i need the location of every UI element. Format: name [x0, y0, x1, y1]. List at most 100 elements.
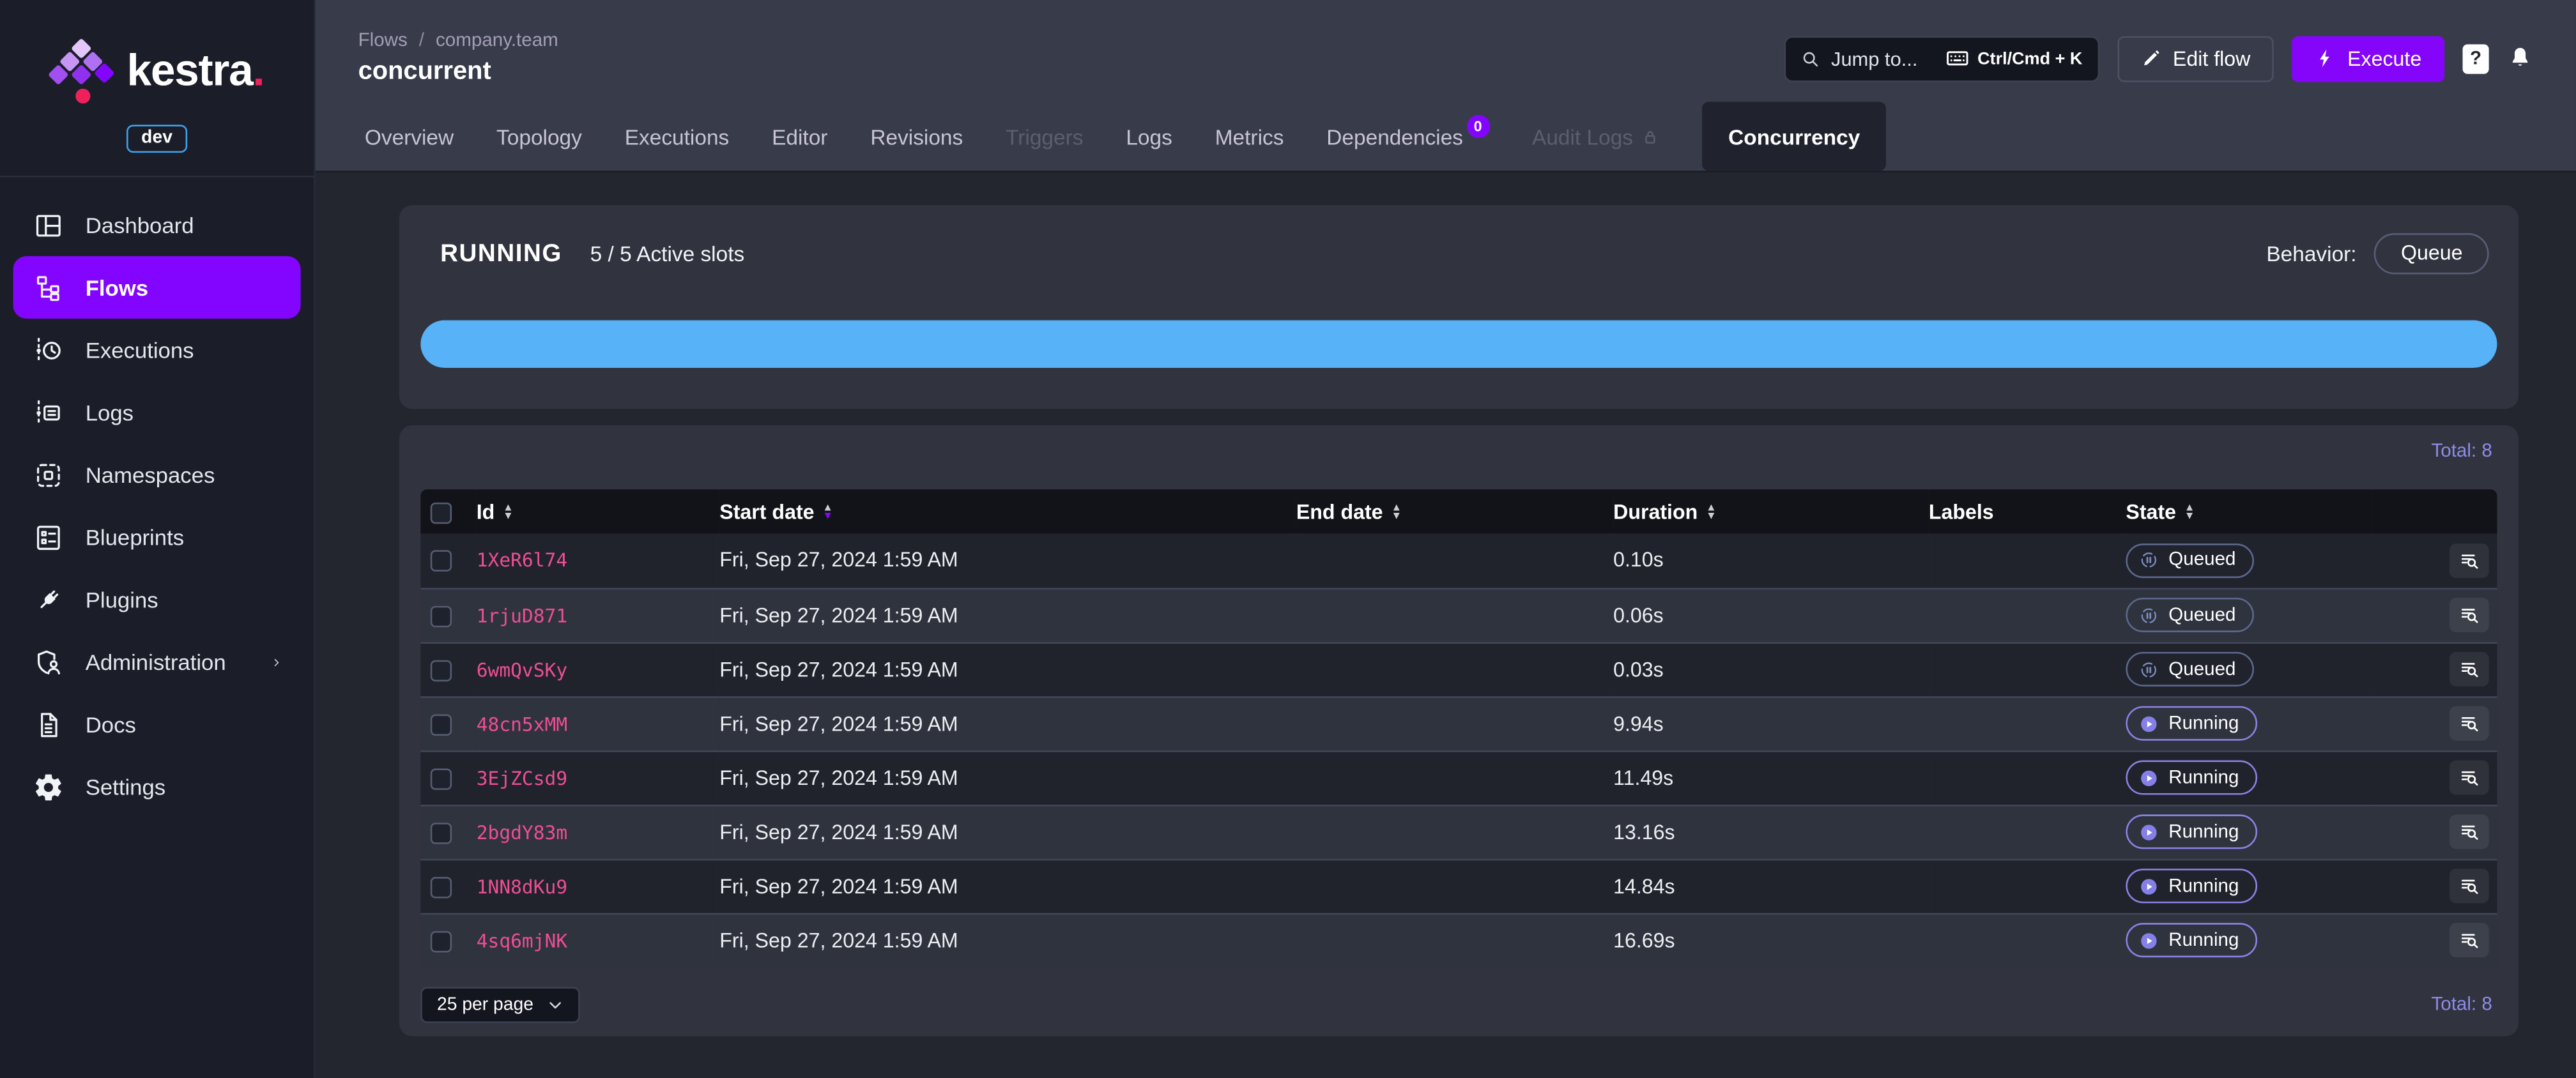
row-checkbox[interactable]: [430, 822, 452, 844]
execution-id-link[interactable]: 1XeR6l74: [477, 549, 567, 572]
sidebar-item-administration[interactable]: Administration: [13, 630, 301, 693]
sidebar-item-label: Plugins: [85, 587, 158, 612]
view-logs-button[interactable]: [2449, 923, 2489, 958]
row-checkbox[interactable]: [430, 876, 452, 898]
column-header-id[interactable]: Id ▲ ▼: [477, 500, 514, 523]
view-logs-button[interactable]: [2449, 760, 2489, 795]
brand-block[interactable]: kestra. dev: [0, 0, 314, 178]
table-body: 1XeR6l74 Fri, Sep 27, 2024 1:59 AM 0.10s: [420, 533, 2497, 968]
duration-cell: 9.94s: [1613, 695, 1929, 751]
sidebar-item-logs[interactable]: Logs: [13, 381, 301, 444]
table-row[interactable]: 6wmQvSKy Fri, Sep 27, 2024 1:59 AM 0.03s: [420, 641, 2497, 697]
concurrency-state-label: RUNNING: [440, 239, 562, 268]
concurrency-progress-fill: [420, 320, 2497, 368]
running-play-icon: [2141, 715, 2157, 731]
sidebar-item-blueprints[interactable]: Blueprints: [13, 506, 301, 568]
tab-overview[interactable]: Overview: [365, 102, 454, 171]
edit-flow-button[interactable]: Edit flow: [2117, 35, 2274, 82]
breadcrumb-flows[interactable]: Flows: [358, 31, 408, 50]
shortcut-hint: Ctrl/Cmd + K: [1945, 46, 2082, 71]
execution-id-link[interactable]: 1rjuD871: [477, 604, 567, 626]
sidebar-item-dashboard[interactable]: Dashboard: [13, 194, 301, 256]
view-logs-button[interactable]: [2449, 543, 2489, 578]
table-row[interactable]: 1rjuD871 Fri, Sep 27, 2024 1:59 AM 0.06s: [420, 587, 2497, 642]
end-date-cell: [1296, 587, 1614, 642]
sidebar-item-plugins[interactable]: Plugins: [13, 568, 301, 631]
execute-button[interactable]: Execute: [2291, 35, 2445, 82]
log-search-icon: [2460, 825, 2478, 840]
state-badge: Queued: [2126, 597, 2254, 632]
state-badge: Running: [2126, 706, 2257, 741]
select-all-checkbox[interactable]: [430, 501, 452, 524]
table-row[interactable]: 1XeR6l74 Fri, Sep 27, 2024 1:59 AM 0.10s: [420, 533, 2497, 588]
keyboard-icon: [1946, 51, 1968, 66]
row-checkbox[interactable]: [430, 550, 452, 572]
blueprints-icon: [36, 524, 60, 549]
active-slots-label: 5 / 5 Active slots: [590, 241, 745, 266]
start-date-cell: Fri, Sep 27, 2024 1:59 AM: [719, 549, 958, 572]
page-title: concurrent: [358, 56, 491, 85]
help-button[interactable]: ?: [2462, 43, 2489, 73]
row-checkbox[interactable]: [430, 768, 452, 789]
column-header-end-date[interactable]: End date ▲ ▼: [1296, 500, 1402, 523]
column-header-start-date[interactable]: Start date ▲ ▼: [719, 500, 833, 523]
view-logs-button[interactable]: [2449, 706, 2489, 741]
tab-triggers: Triggers: [1006, 124, 1084, 149]
table-row[interactable]: 3EjZCsd9 Fri, Sep 27, 2024 1:59 AM 11.49…: [420, 749, 2497, 805]
row-checkbox[interactable]: [430, 659, 452, 681]
jump-to-search[interactable]: Jump to... Ctrl/Cmd + K: [1783, 35, 2099, 82]
duration-cell: 0.10s: [1613, 549, 1664, 572]
sidebar-item-flows[interactable]: Flows: [13, 256, 301, 319]
execution-id-link[interactable]: 1NN8dKu9: [477, 874, 567, 897]
log-search-icon: [2460, 934, 2478, 949]
log-search-icon: [2460, 717, 2478, 732]
administration-icon: [37, 649, 60, 674]
breadcrumb-namespace[interactable]: company.team: [436, 31, 558, 50]
execution-id-link[interactable]: 4sq6mjNK: [477, 929, 567, 952]
breadcrumb: Flows / company.team: [358, 30, 558, 50]
state-badge: Running: [2126, 923, 2257, 958]
column-header-duration[interactable]: Duration ▲ ▼: [1613, 500, 1717, 523]
table-row[interactable]: 2bgdY83m Fri, Sep 27, 2024 1:59 AM 13.16…: [420, 803, 2497, 859]
execution-id-link[interactable]: 48cn5xMM: [477, 712, 567, 735]
execution-id-link[interactable]: 3EjZCsd9: [477, 766, 567, 789]
per-page-select[interactable]: 25 per page: [420, 987, 579, 1023]
sidebar-item-label: Settings: [85, 774, 166, 799]
tab-editor[interactable]: Editor: [772, 102, 827, 171]
column-header-labels: Labels: [1928, 499, 1994, 523]
sidebar-item-executions[interactable]: Executions: [13, 319, 301, 381]
tab-concurrency[interactable]: Concurrency: [1702, 102, 1887, 171]
sidebar-item-label: Logs: [85, 400, 134, 425]
tab-dependencies[interactable]: Dependencies 0: [1326, 102, 1490, 171]
table-row[interactable]: 48cn5xMM Fri, Sep 27, 2024 1:59 AM 9.94s: [420, 695, 2497, 751]
behavior-value-pill: Queue: [2374, 233, 2489, 275]
tab-revisions[interactable]: Revisions: [870, 102, 963, 171]
execution-id-link[interactable]: 2bgdY83m: [477, 820, 567, 843]
row-checkbox[interactable]: [430, 713, 452, 735]
row-checkbox[interactable]: [430, 605, 452, 627]
table-row[interactable]: 4sq6mjNK Fri, Sep 27, 2024 1:59 AM 16.69…: [420, 912, 2497, 968]
view-logs-button[interactable]: [2449, 597, 2489, 632]
sidebar-item-docs[interactable]: Docs: [13, 693, 301, 755]
view-logs-button[interactable]: [2449, 651, 2489, 687]
duration-cell: 0.03s: [1613, 641, 1929, 697]
execution-id-link[interactable]: 6wmQvSKy: [477, 658, 567, 681]
namespaces-icon: [36, 463, 60, 487]
notifications-bell-icon[interactable]: [2507, 44, 2533, 72]
tab-topology[interactable]: Topology: [496, 102, 582, 171]
sidebar-item-settings[interactable]: Settings: [13, 755, 301, 818]
tab-metrics[interactable]: Metrics: [1215, 102, 1284, 171]
view-logs-button[interactable]: [2449, 814, 2489, 849]
sidebar-item-namespaces[interactable]: Namespaces: [13, 443, 301, 506]
sidebar-item-label: Dashboard: [85, 212, 194, 238]
tab-executions[interactable]: Executions: [625, 102, 730, 171]
state-label: Queued: [2168, 659, 2236, 679]
row-checkbox[interactable]: [430, 930, 452, 953]
tab-logs[interactable]: Logs: [1126, 102, 1172, 171]
dependencies-count-badge: 0: [1466, 114, 1490, 138]
kestra-logo-icon: [48, 36, 116, 105]
column-header-state[interactable]: State ▲ ▼: [2126, 500, 2195, 523]
table-row[interactable]: 1NN8dKu9 Fri, Sep 27, 2024 1:59 AM 14.84…: [420, 858, 2497, 913]
state-label: Running: [2168, 821, 2239, 842]
view-logs-button[interactable]: [2449, 869, 2489, 904]
